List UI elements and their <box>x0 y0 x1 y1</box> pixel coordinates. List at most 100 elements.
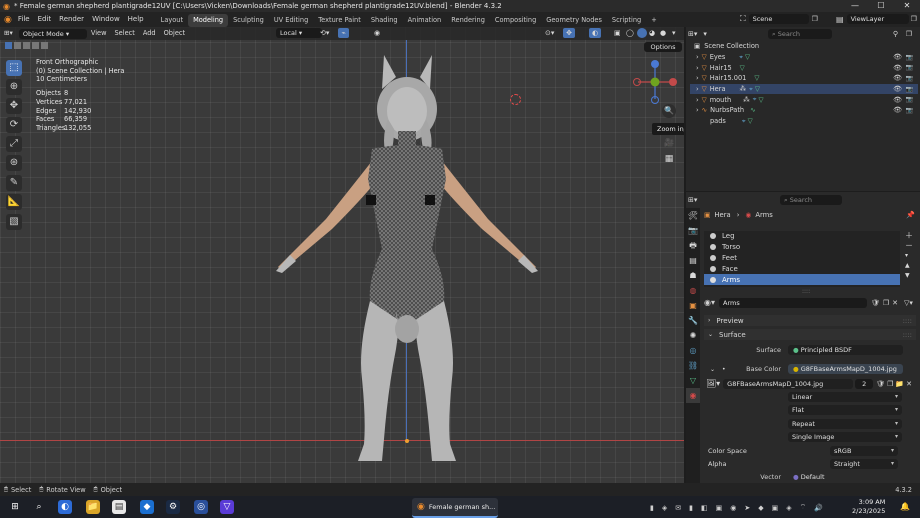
gizmo-icon[interactable]: ✥ <box>563 28 575 38</box>
tab-rendering[interactable]: Rendering <box>446 14 490 27</box>
unlink-image-icon[interactable]: ✕ <box>906 380 912 388</box>
render-camera-icon[interactable]: 📷 <box>906 107 913 114</box>
object-tab-icon[interactable]: ▣ <box>686 298 700 313</box>
transform-tool-icon[interactable]: ⊛ <box>6 155 22 171</box>
move-slot-down-icon[interactable]: ▼ <box>905 271 913 281</box>
annotate-tool-icon[interactable]: ✎ <box>6 175 22 191</box>
tray-app-icon[interactable]: ✉ <box>675 504 681 512</box>
tree-item-hair15[interactable]: › ▽ Hair15 ▽ 👁 📷 <box>690 62 918 73</box>
scene-field[interactable]: Scene <box>748 14 809 24</box>
tree-item-nurbspath[interactable]: › ∿ NurbsPath ∿ 👁 📷 <box>690 105 918 116</box>
wireframe-shading-icon[interactable]: ◯ <box>626 29 634 37</box>
tab-geometry-nodes[interactable]: Geometry Nodes <box>541 14 607 27</box>
clock[interactable]: 3:09 AM 2/23/2025 <box>852 498 885 516</box>
menu-view[interactable]: View <box>87 27 111 40</box>
projection-dropdown[interactable]: Flat ▾ <box>788 405 902 415</box>
tab-texture-paint[interactable]: Texture Paint <box>313 14 366 27</box>
overlays-icon[interactable]: ◐ <box>589 28 601 38</box>
tray-app-icon[interactable]: ◧ <box>701 504 708 512</box>
duplicate-material-icon[interactable]: ❐ <box>883 299 889 307</box>
expand-icon[interactable]: › <box>696 96 699 104</box>
tray-app-icon[interactable]: ▣ <box>716 504 723 512</box>
tree-item-eyes[interactable]: › ▽ Eyes ⌖ ▽ 👁 📷 <box>690 52 918 63</box>
expand-icon[interactable]: › <box>696 106 699 114</box>
tab-scripting[interactable]: Scripting <box>607 14 646 27</box>
move-slot-up-icon[interactable]: ▲ <box>905 261 913 271</box>
file-explorer-icon[interactable]: 📁 <box>86 500 100 514</box>
constraints-tab-icon[interactable]: ⛓ <box>686 358 700 373</box>
pivot-icon[interactable]: ⟲▾ <box>320 29 329 37</box>
tab-uv-editing[interactable]: UV Editing <box>269 14 313 27</box>
material-tab-icon[interactable]: ◉ <box>686 388 700 403</box>
image-name-field[interactable]: G8FBaseArmsMapD_1004.jpg <box>723 378 854 389</box>
outliner-filter-icon[interactable]: ▾ <box>703 30 707 38</box>
properties-search[interactable]: ⌕ Search <box>780 195 842 205</box>
render-camera-icon[interactable]: 📷 <box>906 75 913 82</box>
unlink-material-icon[interactable]: ✕ <box>892 299 898 307</box>
alpha-dropdown[interactable]: Straight ▾ <box>830 459 898 469</box>
windows-start-icon[interactable]: ⊞ <box>8 500 22 514</box>
tray-app-icon[interactable]: ◆ <box>758 504 763 512</box>
open-folder-icon[interactable]: 📁 <box>895 380 904 388</box>
minimize-button[interactable]: — <box>842 0 868 12</box>
editor-type-icon[interactable]: ⊞▾ <box>0 27 17 40</box>
material-slot-leg[interactable]: Leg <box>704 231 900 242</box>
taskbar-blender-app[interactable]: ◉ Female german sh... <box>412 498 498 518</box>
slot-menu-icon[interactable]: ▾ <box>905 251 913 261</box>
output-tab-icon[interactable]: 🖶 <box>686 238 700 253</box>
render-tab-icon[interactable]: 📷 <box>686 223 700 238</box>
expand-icon[interactable]: › <box>696 64 699 72</box>
cursor-tool-icon[interactable]: ⊕ <box>6 79 22 95</box>
surface-panel-header[interactable]: ⌄ Surface :::: <box>704 329 916 340</box>
scale-tool-icon[interactable]: ⤢ <box>6 136 22 152</box>
wifi-icon[interactable]: ⌔ <box>800 503 807 512</box>
tray-app-icon[interactable]: ◈ <box>786 504 791 512</box>
volume-icon[interactable]: 🔊 <box>814 504 823 512</box>
interpolation-dropdown[interactable]: Linear ▾ <box>788 392 902 402</box>
visibility-eye-icon[interactable]: 👁 <box>893 106 902 114</box>
visibility-icon[interactable]: ⊙▾ <box>545 29 554 37</box>
material-browse-icon[interactable]: ◉▾ <box>704 298 715 307</box>
move-tool-icon[interactable]: ✥ <box>6 98 22 114</box>
data-tab-icon[interactable]: ▽ <box>686 373 700 388</box>
extension-dropdown[interactable]: Repeat ▾ <box>788 419 902 429</box>
expand-icon[interactable]: › <box>696 85 699 93</box>
surface-shader-field[interactable]: ● Principled BSDF <box>788 345 903 355</box>
tree-item-hair15-001[interactable]: › ▽ Hair15.001 ▽ 👁 📷 <box>690 73 918 84</box>
duplicate-image-icon[interactable]: ❐ <box>887 380 893 388</box>
view-layer-tab-icon[interactable]: ▤ <box>686 253 700 268</box>
browse-material-funnel-icon[interactable]: ▽▾ <box>904 299 913 307</box>
scene-tab-icon[interactable]: ☗ <box>686 268 700 283</box>
mode-dropdown[interactable]: Object Mode ▾ <box>18 28 87 39</box>
tab-sculpting[interactable]: Sculpting <box>228 14 269 27</box>
camera-view-icon[interactable]: 🎥 <box>662 136 676 150</box>
select-intersect-icon[interactable] <box>41 42 48 49</box>
xray-icon[interactable]: ▣ <box>614 29 621 37</box>
fake-user-icon[interactable]: 🛡 <box>871 299 880 307</box>
expand-icon[interactable]: › <box>696 53 699 61</box>
vector-input-field[interactable]: ● Default <box>788 472 903 482</box>
tray-app-icon[interactable]: ◉ <box>730 504 736 512</box>
browser-icon[interactable]: ◎ <box>194 500 208 514</box>
render-camera-icon[interactable]: 📷 <box>906 54 913 61</box>
notifications-icon[interactable]: 🔔 <box>900 502 910 511</box>
render-camera-icon[interactable]: 📷 <box>906 86 913 93</box>
tab-layout[interactable]: Layout <box>156 14 188 27</box>
world-tab-icon[interactable]: ◍ <box>686 283 700 298</box>
select-new-icon[interactable] <box>5 42 12 49</box>
character-model[interactable] <box>270 49 550 469</box>
viewlayer-field[interactable]: ViewLayer <box>846 14 909 24</box>
visibility-eye-icon[interactable]: 👁 <box>893 64 902 72</box>
notepad-icon[interactable]: ▤ <box>112 500 126 514</box>
menu-help[interactable]: Help <box>124 12 148 27</box>
copilot-icon[interactable]: ◐ <box>58 500 72 514</box>
material-slot-arms[interactable]: Arms <box>704 274 900 285</box>
base-color-link-field[interactable]: ● G8FBaseArmsMapD_1004.jpg <box>788 364 903 374</box>
properties-editor-icon[interactable]: ⊞▾ <box>688 196 697 204</box>
search-icon[interactable]: ⌕ <box>32 500 46 514</box>
list-resize-handle[interactable]: :::: <box>802 288 810 295</box>
proportional-icon[interactable]: ◉ <box>374 29 380 37</box>
vpn-icon[interactable]: ▽ <box>220 500 234 514</box>
material-shading-icon[interactable]: ◕ <box>649 29 655 37</box>
blender-menu-icon[interactable]: ◉ <box>4 15 12 25</box>
